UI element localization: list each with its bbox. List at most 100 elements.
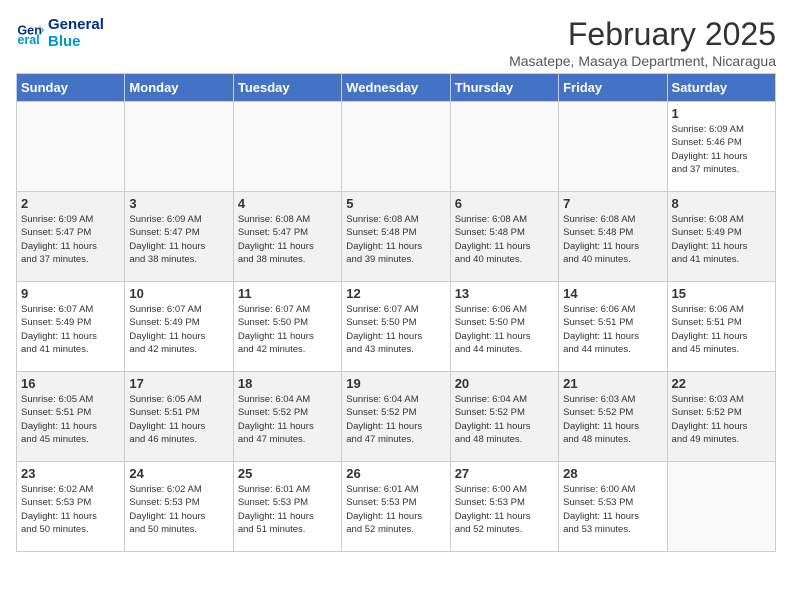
day-info: Sunrise: 6:08 AM Sunset: 5:47 PM Dayligh… bbox=[238, 213, 337, 266]
calendar-cell: 15 Sunrise: 6:06 AM Sunset: 5:51 PM Dayli… bbox=[667, 282, 775, 372]
day-info: Sunrise: 6:06 AM Sunset: 5:51 PM Dayligh… bbox=[672, 303, 771, 356]
calendar-cell: 24 Sunrise: 6:02 AM Sunset: 5:53 PM Dayli… bbox=[125, 462, 233, 552]
calendar-cell: 3 Sunrise: 6:09 AM Sunset: 5:47 PM Daylig… bbox=[125, 192, 233, 282]
svg-text:eral: eral bbox=[17, 33, 39, 47]
day-info: Sunrise: 6:07 AM Sunset: 5:49 PM Dayligh… bbox=[21, 303, 120, 356]
calendar-cell: 12 Sunrise: 6:07 AM Sunset: 5:50 PM Dayli… bbox=[342, 282, 450, 372]
week-row-1: 1 Sunrise: 6:09 AM Sunset: 5:46 PM Daylig… bbox=[17, 102, 776, 192]
calendar-cell bbox=[342, 102, 450, 192]
logo-line1: General bbox=[48, 16, 104, 33]
calendar-cell: 10Sunrise: 6:07 AM Sunset: 5:49 PM Dayli… bbox=[125, 282, 233, 372]
column-header-friday: Friday bbox=[559, 74, 667, 102]
day-number: 9 bbox=[21, 286, 120, 301]
week-row-2: 2 Sunrise: 6:09 AM Sunset: 5:47 PM Daylig… bbox=[17, 192, 776, 282]
day-number: 10 bbox=[129, 286, 228, 301]
calendar-cell bbox=[125, 102, 233, 192]
calendar-cell: 6 Sunrise: 6:08 AM Sunset: 5:48 PM Daylig… bbox=[450, 192, 558, 282]
calendar: SundayMondayTuesdayWednesdayThursdayFrid… bbox=[16, 73, 776, 552]
day-info: Sunrise: 6:01 AM Sunset: 5:53 PM Dayligh… bbox=[238, 483, 337, 536]
header: Gen eral General Blue February 2025 Masa… bbox=[16, 16, 776, 69]
day-number: 16 bbox=[21, 376, 120, 391]
calendar-cell: 2 Sunrise: 6:09 AM Sunset: 5:47 PM Daylig… bbox=[17, 192, 125, 282]
day-number: 1 bbox=[672, 106, 771, 121]
day-number: 12 bbox=[346, 286, 445, 301]
day-number: 21 bbox=[563, 376, 662, 391]
day-number: 15 bbox=[672, 286, 771, 301]
logo-line2: Blue bbox=[48, 33, 104, 50]
day-info: Sunrise: 6:05 AM Sunset: 5:51 PM Dayligh… bbox=[129, 393, 228, 446]
calendar-cell: 8 Sunrise: 6:08 AM Sunset: 5:49 PM Daylig… bbox=[667, 192, 775, 282]
day-number: 7 bbox=[563, 196, 662, 211]
day-number: 3 bbox=[129, 196, 228, 211]
calendar-header-row: SundayMondayTuesdayWednesdayThursdayFrid… bbox=[17, 74, 776, 102]
day-info: Sunrise: 6:08 AM Sunset: 5:48 PM Dayligh… bbox=[455, 213, 554, 266]
day-info: Sunrise: 6:02 AM Sunset: 5:53 PM Dayligh… bbox=[21, 483, 120, 536]
day-info: Sunrise: 6:04 AM Sunset: 5:52 PM Dayligh… bbox=[238, 393, 337, 446]
day-info: Sunrise: 6:08 AM Sunset: 5:49 PM Dayligh… bbox=[672, 213, 771, 266]
day-number: 28 bbox=[563, 466, 662, 481]
calendar-cell bbox=[17, 102, 125, 192]
column-header-thursday: Thursday bbox=[450, 74, 558, 102]
day-info: Sunrise: 6:00 AM Sunset: 5:53 PM Dayligh… bbox=[563, 483, 662, 536]
day-info: Sunrise: 6:09 AM Sunset: 5:46 PM Dayligh… bbox=[672, 123, 771, 176]
day-number: 5 bbox=[346, 196, 445, 211]
calendar-cell: 9 Sunrise: 6:07 AM Sunset: 5:49 PM Daylig… bbox=[17, 282, 125, 372]
day-number: 27 bbox=[455, 466, 554, 481]
logo-icon: Gen eral bbox=[16, 19, 44, 47]
title-area: February 2025 Masatepe, Masaya Departmen… bbox=[509, 16, 776, 69]
calendar-cell: 20Sunrise: 6:04 AM Sunset: 5:52 PM Dayli… bbox=[450, 372, 558, 462]
calendar-cell: 27 Sunrise: 6:00 AM Sunset: 5:53 PM Dayli… bbox=[450, 462, 558, 552]
day-info: Sunrise: 6:09 AM Sunset: 5:47 PM Dayligh… bbox=[129, 213, 228, 266]
calendar-cell: 7 Sunrise: 6:08 AM Sunset: 5:48 PM Daylig… bbox=[559, 192, 667, 282]
day-number: 25 bbox=[238, 466, 337, 481]
day-number: 19 bbox=[346, 376, 445, 391]
day-info: Sunrise: 6:06 AM Sunset: 5:50 PM Dayligh… bbox=[455, 303, 554, 356]
week-row-5: 23 Sunrise: 6:02 AM Sunset: 5:53 PM Dayli… bbox=[17, 462, 776, 552]
day-number: 13 bbox=[455, 286, 554, 301]
week-row-4: 16 Sunrise: 6:05 AM Sunset: 5:51 PM Dayli… bbox=[17, 372, 776, 462]
calendar-cell: 17Sunrise: 6:05 AM Sunset: 5:51 PM Dayli… bbox=[125, 372, 233, 462]
calendar-cell: 19 Sunrise: 6:04 AM Sunset: 5:52 PM Dayli… bbox=[342, 372, 450, 462]
logo: Gen eral General Blue bbox=[16, 16, 104, 50]
calendar-cell bbox=[667, 462, 775, 552]
day-info: Sunrise: 6:06 AM Sunset: 5:51 PM Dayligh… bbox=[563, 303, 662, 356]
day-info: Sunrise: 6:08 AM Sunset: 5:48 PM Dayligh… bbox=[563, 213, 662, 266]
column-header-saturday: Saturday bbox=[667, 74, 775, 102]
calendar-cell: 11 Sunrise: 6:07 AM Sunset: 5:50 PM Dayli… bbox=[233, 282, 341, 372]
calendar-cell: 18Sunrise: 6:04 AM Sunset: 5:52 PM Dayli… bbox=[233, 372, 341, 462]
day-number: 11 bbox=[238, 286, 337, 301]
calendar-cell: 4Sunrise: 6:08 AM Sunset: 5:47 PM Daylig… bbox=[233, 192, 341, 282]
week-row-3: 9 Sunrise: 6:07 AM Sunset: 5:49 PM Daylig… bbox=[17, 282, 776, 372]
day-info: Sunrise: 6:05 AM Sunset: 5:51 PM Dayligh… bbox=[21, 393, 120, 446]
day-number: 22 bbox=[672, 376, 771, 391]
day-info: Sunrise: 6:09 AM Sunset: 5:47 PM Dayligh… bbox=[21, 213, 120, 266]
calendar-cell: 14 Sunrise: 6:06 AM Sunset: 5:51 PM Dayli… bbox=[559, 282, 667, 372]
location: Masatepe, Masaya Department, Nicaragua bbox=[509, 53, 776, 69]
day-number: 6 bbox=[455, 196, 554, 211]
day-number: 14 bbox=[563, 286, 662, 301]
day-info: Sunrise: 6:03 AM Sunset: 5:52 PM Dayligh… bbox=[563, 393, 662, 446]
calendar-cell: 13 Sunrise: 6:06 AM Sunset: 5:50 PM Dayli… bbox=[450, 282, 558, 372]
day-info: Sunrise: 6:00 AM Sunset: 5:53 PM Dayligh… bbox=[455, 483, 554, 536]
calendar-cell: 22 Sunrise: 6:03 AM Sunset: 5:52 PM Dayli… bbox=[667, 372, 775, 462]
day-info: Sunrise: 6:07 AM Sunset: 5:50 PM Dayligh… bbox=[238, 303, 337, 356]
column-header-wednesday: Wednesday bbox=[342, 74, 450, 102]
month-year: February 2025 bbox=[509, 16, 776, 53]
day-number: 8 bbox=[672, 196, 771, 211]
day-info: Sunrise: 6:04 AM Sunset: 5:52 PM Dayligh… bbox=[346, 393, 445, 446]
day-number: 23 bbox=[21, 466, 120, 481]
day-number: 24 bbox=[129, 466, 228, 481]
calendar-cell: 5Sunrise: 6:08 AM Sunset: 5:48 PM Daylig… bbox=[342, 192, 450, 282]
day-number: 20 bbox=[455, 376, 554, 391]
day-number: 2 bbox=[21, 196, 120, 211]
day-info: Sunrise: 6:03 AM Sunset: 5:52 PM Dayligh… bbox=[672, 393, 771, 446]
day-info: Sunrise: 6:02 AM Sunset: 5:53 PM Dayligh… bbox=[129, 483, 228, 536]
calendar-cell bbox=[450, 102, 558, 192]
day-info: Sunrise: 6:07 AM Sunset: 5:50 PM Dayligh… bbox=[346, 303, 445, 356]
calendar-cell bbox=[233, 102, 341, 192]
calendar-cell: 23 Sunrise: 6:02 AM Sunset: 5:53 PM Dayli… bbox=[17, 462, 125, 552]
calendar-cell: 21 Sunrise: 6:03 AM Sunset: 5:52 PM Dayli… bbox=[559, 372, 667, 462]
calendar-cell: 28 Sunrise: 6:00 AM Sunset: 5:53 PM Dayli… bbox=[559, 462, 667, 552]
column-header-monday: Monday bbox=[125, 74, 233, 102]
calendar-cell: 26Sunrise: 6:01 AM Sunset: 5:53 PM Dayli… bbox=[342, 462, 450, 552]
